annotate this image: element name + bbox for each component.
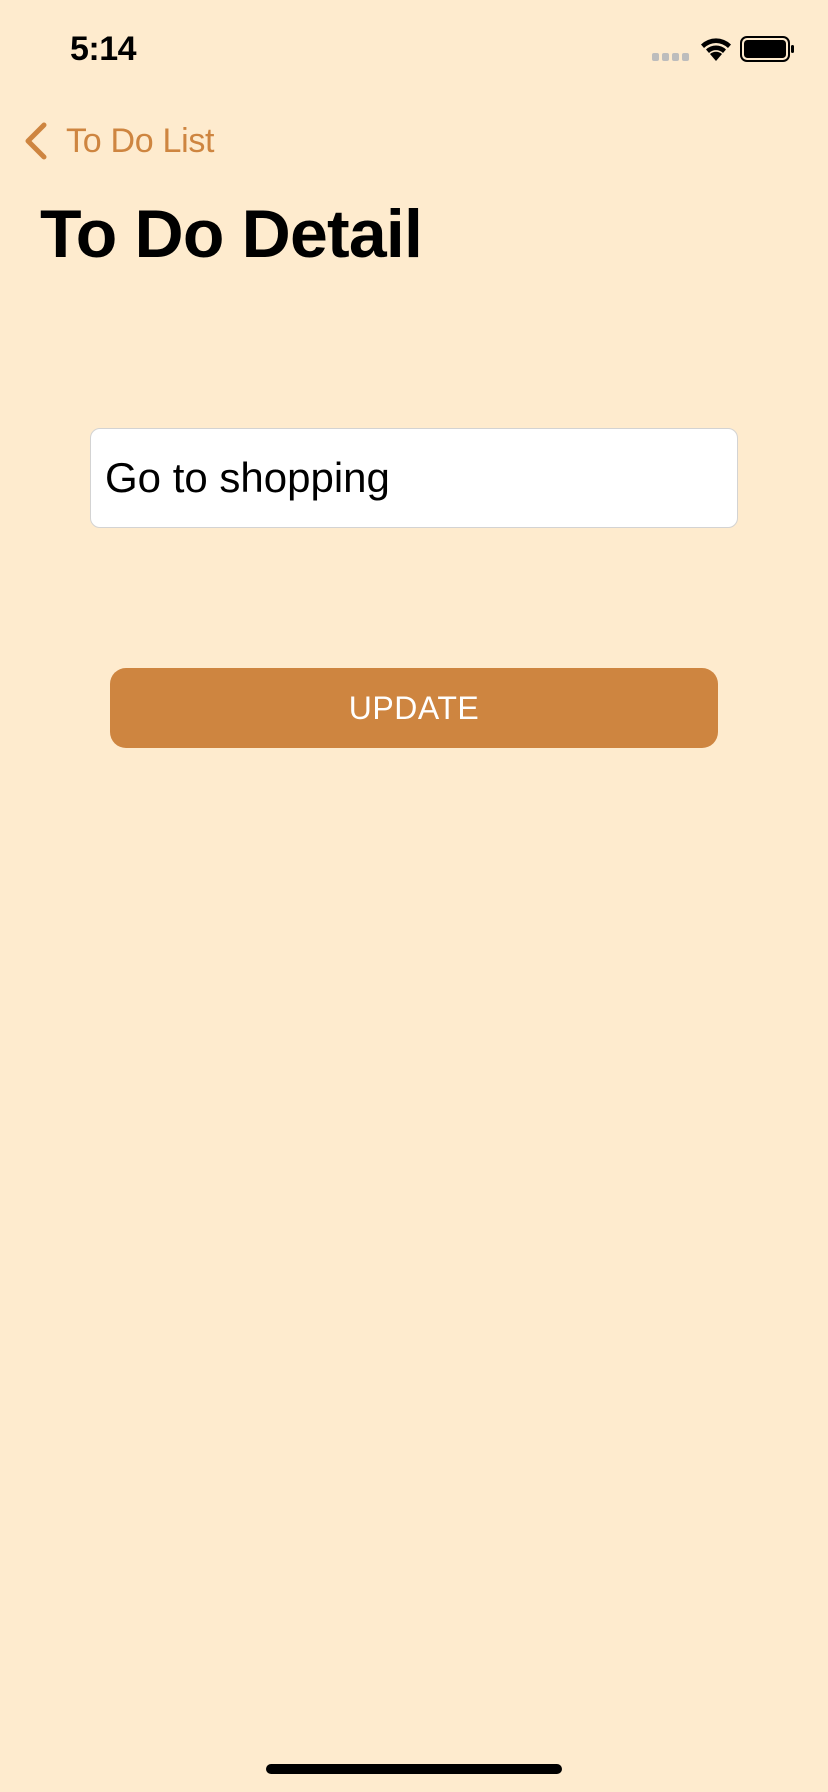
home-indicator[interactable] (266, 1764, 562, 1774)
status-bar: 5:14 (0, 0, 828, 100)
status-time: 5:14 (70, 30, 137, 68)
signal-icon (652, 53, 689, 61)
page-title: To Do Detail (40, 196, 423, 272)
battery-icon (740, 36, 794, 62)
back-label: To Do List (66, 121, 215, 160)
wifi-icon (701, 38, 731, 61)
back-button[interactable]: To Do List (22, 116, 214, 166)
todo-text-field[interactable] (90, 428, 738, 528)
chevron-left-icon (25, 122, 47, 160)
update-button[interactable]: UPDATE (110, 668, 718, 748)
